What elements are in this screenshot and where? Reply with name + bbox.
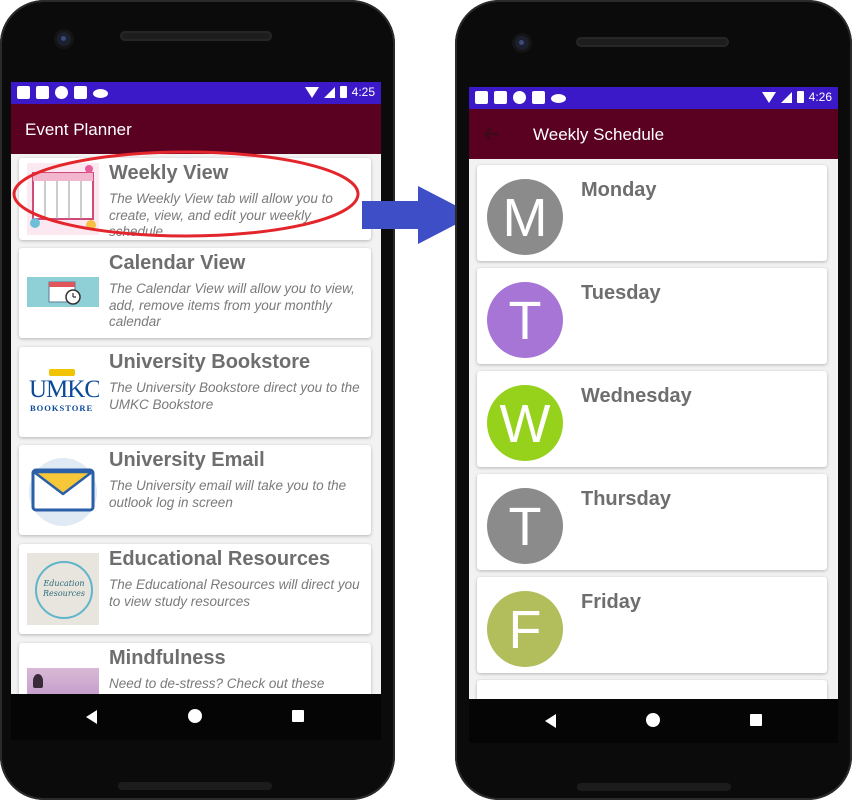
card-university-email[interactable]: University Email The University email wi… — [19, 445, 371, 535]
day-name: Tuesday — [581, 282, 661, 304]
mindfulness-thumbnail — [27, 668, 99, 694]
nav-back-icon[interactable] — [545, 714, 556, 728]
card-description: Need to de-stress? Check out these — [109, 676, 325, 691]
umkc-bookstore-logo: UMKC BOOKSTORE — [27, 356, 99, 428]
battery-icon — [796, 91, 804, 103]
mail-envelope-icon — [27, 454, 99, 526]
day-card-monday[interactable]: M Monday — [477, 165, 827, 261]
left-phone: 4:25 Event Planner Weekly View The Weekl… — [0, 0, 395, 800]
card-university-bookstore[interactable]: UMKC BOOKSTORE University Bookstore The … — [19, 347, 371, 437]
card-title: Mindfulness — [109, 647, 226, 669]
highlight-ellipse — [12, 150, 360, 238]
nav-bar — [11, 694, 381, 740]
card-calendar-view[interactable]: Calendar View The Calendar View will all… — [19, 248, 371, 338]
card-description: The Calendar View will allow you to view… — [109, 281, 355, 329]
logo-accent — [49, 369, 75, 376]
cloud-icon — [93, 89, 108, 98]
card-educational-resources[interactable]: Education Resources Educational Resource… — [19, 544, 371, 634]
app-bar: Weekly Schedule — [469, 109, 838, 159]
day-card-partial[interactable] — [477, 680, 827, 699]
status-time: 4:26 — [808, 90, 832, 104]
day-card-friday[interactable]: F Friday — [477, 577, 827, 673]
gmail-icon — [17, 86, 30, 99]
right-phone: 4:26 Weekly Schedule M Monday T Tuesday … — [455, 0, 852, 800]
day-card-wednesday[interactable]: W Wednesday — [477, 371, 827, 467]
card-description: The University Bookstore direct you to t… — [109, 380, 360, 412]
app-title: Event Planner — [25, 120, 132, 139]
card-mindfulness[interactable]: Mindfulness Need to de-stress? Check out… — [19, 643, 371, 694]
day-avatar: W — [487, 385, 563, 461]
day-avatar: F — [487, 591, 563, 667]
card-title: Calendar View — [109, 252, 246, 274]
nav-bar — [469, 699, 838, 743]
day-avatar: T — [487, 282, 563, 358]
shield-icon — [36, 86, 49, 99]
gmail-icon — [475, 91, 488, 104]
signal-icon — [780, 91, 792, 103]
signal-icon — [323, 86, 335, 98]
education-logo-text: Education Resources — [43, 579, 85, 598]
calendar-thumbnail — [27, 257, 99, 329]
bookstore-logo-text: BOOKSTORE — [30, 403, 94, 413]
status-bar: 4:25 — [11, 82, 381, 104]
day-avatar: T — [487, 488, 563, 564]
nav-home-icon[interactable] — [188, 709, 202, 723]
battery-icon — [339, 86, 347, 98]
right-screen: 4:26 Weekly Schedule M Monday T Tuesday … — [469, 87, 838, 699]
nav-back-icon[interactable] — [86, 710, 97, 724]
screen-title: Weekly Schedule — [533, 125, 665, 144]
day-name: Thursday — [581, 488, 672, 510]
nav-home-icon[interactable] — [646, 713, 660, 727]
back-arrow-icon[interactable] — [483, 126, 499, 142]
nav-recents-icon[interactable] — [750, 714, 762, 726]
wifi-icon — [761, 91, 776, 103]
status-bar: 4:26 — [469, 87, 838, 109]
app-bar: Event Planner — [11, 104, 381, 154]
notification-icons — [17, 86, 108, 99]
cloud-icon — [551, 94, 566, 103]
status-time: 4:25 — [351, 85, 375, 99]
card-title: University Bookstore — [109, 351, 311, 373]
circle-icon — [55, 86, 68, 99]
sd-card-icon — [74, 86, 87, 99]
card-title: Educational Resources — [109, 548, 331, 570]
day-name: Wednesday — [581, 385, 692, 407]
bottom-speaker — [577, 783, 731, 791]
notification-icons — [475, 91, 566, 104]
circle-icon — [513, 91, 526, 104]
wifi-icon — [304, 86, 319, 98]
shield-icon — [494, 91, 507, 104]
card-title: University Email — [109, 449, 265, 471]
umkc-logo-text: UMKC — [29, 376, 99, 403]
day-name: Monday — [581, 179, 657, 201]
day-avatar: M — [487, 179, 563, 255]
day-name: Friday — [581, 591, 642, 613]
day-card-tuesday[interactable]: T Tuesday — [477, 268, 827, 364]
camera-icon — [57, 32, 71, 46]
sd-card-icon — [532, 91, 545, 104]
nav-recents-icon[interactable] — [292, 710, 304, 722]
speaker-grille — [576, 37, 729, 47]
day-card-thursday[interactable]: T Thursday — [477, 474, 827, 570]
bottom-speaker — [118, 782, 272, 790]
speaker-grille — [120, 31, 272, 41]
camera-icon — [515, 36, 529, 50]
card-description: The Educational Resources will direct yo… — [109, 577, 360, 609]
card-description: The University email will take you to th… — [109, 478, 347, 510]
education-thumbnail: Education Resources — [27, 553, 99, 625]
